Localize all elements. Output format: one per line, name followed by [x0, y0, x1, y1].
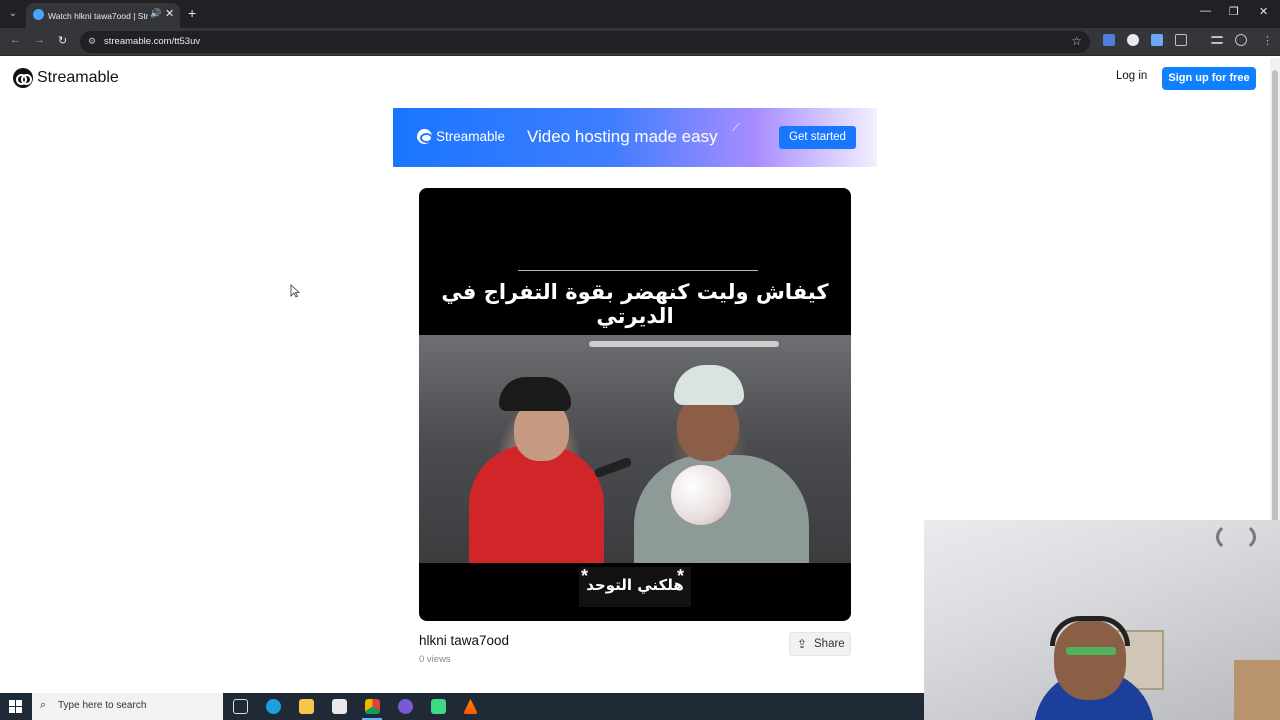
- banner-brand: Streamable: [436, 129, 506, 144]
- video-caption-top: كيفاش وليت كنهضر بقوة التفراج في الديرتي: [441, 280, 829, 328]
- streamable-logo[interactable]: Streamable: [13, 68, 119, 88]
- person-left-body: [469, 445, 604, 563]
- file-explorer-icon[interactable]: [299, 699, 314, 714]
- puzzle-icon[interactable]: [1175, 34, 1187, 46]
- discord-icon[interactable]: [398, 699, 413, 714]
- signup-button[interactable]: Sign up for free: [1162, 67, 1256, 90]
- streamable-logo-icon: [13, 68, 33, 88]
- vlc-icon[interactable]: [463, 699, 478, 714]
- taskbar-search[interactable]: ⌕ Type here to search: [32, 693, 223, 720]
- glasses: [1066, 647, 1116, 655]
- screenshot-extension-icon[interactable]: [1151, 34, 1163, 46]
- search-placeholder: Type here to search: [58, 700, 147, 711]
- video-frame: [419, 335, 851, 563]
- task-view-icon[interactable]: [233, 699, 248, 714]
- banner-tagline: Video hosting made easy: [527, 127, 718, 146]
- promo-banner[interactable]: Streamable Video hosting made easy ⟋ Get…: [393, 108, 877, 167]
- share-icon: ⇪: [797, 637, 808, 651]
- windows-start-icon[interactable]: [9, 700, 22, 713]
- kebab-menu-icon[interactable]: ⋮: [1262, 34, 1273, 47]
- person-right-cap: [674, 365, 744, 405]
- search-icon: ⌕: [40, 699, 47, 711]
- speaker-icon[interactable]: 🔊: [150, 8, 161, 19]
- plus-icon[interactable]: +: [188, 5, 196, 21]
- microphone: [593, 456, 633, 479]
- video-title: hlkni tawa7ood: [419, 633, 510, 648]
- cam-furniture: [1234, 660, 1280, 720]
- browser-titlebar: ⌄ Watch hlkni tawa7ood | Streamable 🔊 ✕ …: [0, 0, 1280, 28]
- streamable-favicon-icon: [33, 9, 44, 20]
- edge-icon[interactable]: [266, 699, 281, 714]
- headset: [1050, 616, 1130, 646]
- tab-title: Watch hlkni tawa7ood | Streamable: [48, 11, 148, 21]
- translate-extension-icon[interactable]: [1103, 34, 1115, 46]
- video-subtitle: هلكني التوحد: [586, 576, 684, 594]
- video-player[interactable]: كيفاش وليت كنهضر بقوة التفراج في الديرتي…: [419, 188, 851, 621]
- subtitle-asterisk: *: [581, 566, 589, 586]
- sparkle-icon: ⟋: [732, 122, 740, 134]
- divider: [518, 270, 758, 271]
- streamable-logo-icon: [417, 129, 433, 144]
- reload-icon[interactable]: ↻: [58, 34, 67, 47]
- logo-text: Streamable: [37, 69, 119, 86]
- store-icon[interactable]: [332, 699, 347, 714]
- login-link[interactable]: Log in: [1116, 70, 1147, 82]
- android-studio-icon[interactable]: [431, 699, 446, 714]
- view-count: 0 views: [419, 654, 451, 665]
- url-text[interactable]: streamable.com/tt53uv: [104, 35, 200, 49]
- close-icon[interactable]: ✕: [165, 7, 174, 20]
- window-close-icon[interactable]: ✕: [1259, 5, 1268, 18]
- chevron-down-icon[interactable]: ⌄: [4, 5, 22, 23]
- get-started-button[interactable]: Get started: [779, 126, 856, 149]
- subtitle-asterisk: *: [677, 566, 685, 586]
- extension-icon[interactable]: [1127, 34, 1139, 46]
- webcam-overlay: [924, 520, 1280, 720]
- share-button[interactable]: ⇪ Share: [789, 632, 851, 656]
- browser-toolbar: ← → ↻ ⚙ streamable.com/tt53uv ☆ ⋮: [0, 28, 1280, 56]
- ceiling-lamp: [589, 341, 779, 347]
- football: [671, 465, 731, 525]
- person-left-cap: [499, 377, 571, 411]
- browser-tab[interactable]: Watch hlkni tawa7ood | Streamable 🔊 ✕: [26, 3, 180, 28]
- tune-icon[interactable]: ⚙: [88, 36, 96, 47]
- address-bar[interactable]: ⚙ streamable.com/tt53uv ☆: [80, 31, 1090, 53]
- profile-icon[interactable]: [1235, 34, 1247, 46]
- media-control-icon[interactable]: [1211, 36, 1223, 44]
- back-arrow-icon[interactable]: ←: [10, 34, 21, 46]
- star-icon[interactable]: ☆: [1071, 34, 1082, 48]
- forward-arrow-icon[interactable]: →: [34, 34, 45, 46]
- mouse-cursor-icon: [290, 284, 301, 303]
- windows-taskbar: ⌕ Type here to search: [0, 693, 924, 720]
- restore-icon[interactable]: ❐: [1229, 5, 1239, 18]
- cam-lamp: [1216, 522, 1256, 552]
- chrome-icon[interactable]: [365, 699, 380, 714]
- share-label: Share: [814, 638, 845, 650]
- minimize-icon[interactable]: —: [1200, 5, 1211, 17]
